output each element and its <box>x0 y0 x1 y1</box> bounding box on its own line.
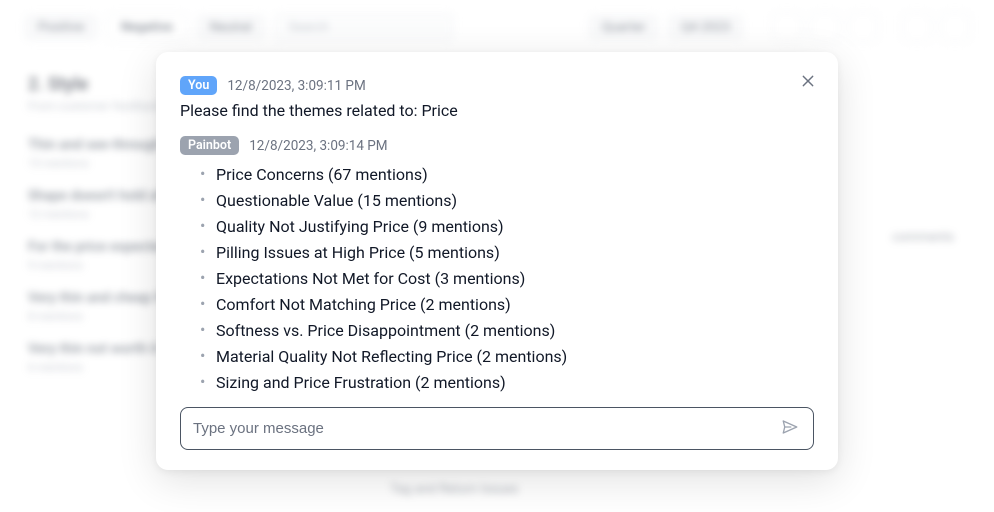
bg-iconbtn <box>940 12 970 42</box>
send-icon <box>781 418 799 439</box>
list-item: Price Concerns (67 mentions) <box>200 161 814 187</box>
themes-list: Price Concerns (67 mentions) Questionabl… <box>180 161 814 395</box>
close-icon <box>800 73 816 92</box>
user-timestamp: 12/8/2023, 3:09:11 PM <box>227 78 365 94</box>
bg-tab: Neutral <box>196 14 266 41</box>
list-item: Pilling Issues at High Price (5 mentions… <box>200 239 814 265</box>
list-item: Material Quality Not Reflecting Price (2… <box>200 343 814 369</box>
list-item: Questionable Value (15 mentions) <box>200 187 814 213</box>
bg-iconbtn <box>772 12 802 42</box>
close-button[interactable] <box>796 70 820 94</box>
list-item: Softness vs. Price Disappointment (2 men… <box>200 317 814 343</box>
message-input-row <box>180 407 814 450</box>
list-item: Comfort Not Matching Price (2 mentions) <box>200 291 814 317</box>
user-msg-header: You 12/8/2023, 3:09:11 PM <box>180 76 814 95</box>
message-input[interactable] <box>193 420 771 437</box>
bot-timestamp: 12/8/2023, 3:09:14 PM <box>249 138 387 154</box>
bg-tab: Negative <box>106 13 188 42</box>
bg-center-label: Tag and Return Issues <box>390 482 518 497</box>
list-item: Expectations Not Met for Cost (3 mention… <box>200 265 814 291</box>
bg-right-label: comments <box>892 230 954 245</box>
bg-iconbtn <box>810 12 840 42</box>
bot-badge: Painbot <box>180 136 239 155</box>
bg-tab: Positive <box>24 14 98 41</box>
bot-msg-header: Painbot 12/8/2023, 3:09:14 PM <box>180 136 814 155</box>
bg-iconbtn <box>848 12 878 42</box>
bg-search: Search <box>274 13 454 42</box>
list-item: Sizing and Price Frustration (2 mentions… <box>200 369 814 395</box>
list-item: Quality Not Justifying Price (9 mentions… <box>200 213 814 239</box>
bg-filter: Q4 2023 <box>667 14 744 41</box>
bg-filter: Quarter <box>588 14 659 41</box>
chat-modal: You 12/8/2023, 3:09:11 PM Please find th… <box>156 52 838 470</box>
send-button[interactable] <box>779 416 801 441</box>
bg-iconbtn <box>902 12 932 42</box>
user-badge: You <box>180 76 217 95</box>
user-message-text: Please find the themes related to: Price <box>180 101 814 120</box>
